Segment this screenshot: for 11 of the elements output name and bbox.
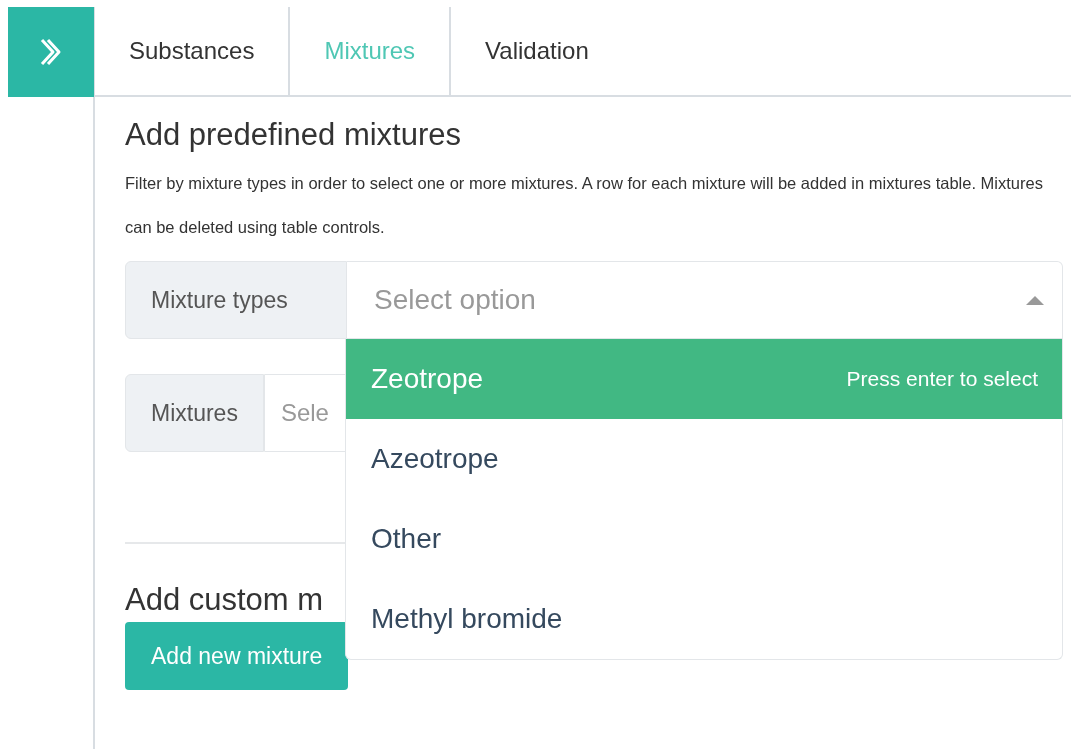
field-label: Mixtures: [125, 374, 264, 452]
dropdown-option[interactable]: Azeotrope: [346, 419, 1062, 499]
description-text: Filter by mixture types in order to select one or more mixtures. A row for each mixture will be added in mixtures table. Mixtures can be deleted using table controls.: [125, 173, 1044, 238]
tab[interactable]: Validation: [451, 7, 623, 95]
caret-icon: [1026, 295, 1044, 305]
section-heading: Add predefined mixtures: [125, 117, 463, 153]
tab[interactable]: Substances: [95, 7, 291, 95]
dropdown-option[interactable]: Other: [346, 499, 1062, 579]
field-label: Mixture types: [125, 261, 347, 339]
dropdown-option[interactable]: Methyl bromide: [346, 579, 1062, 659]
sidebar-toggle-button[interactable]: [8, 7, 94, 97]
